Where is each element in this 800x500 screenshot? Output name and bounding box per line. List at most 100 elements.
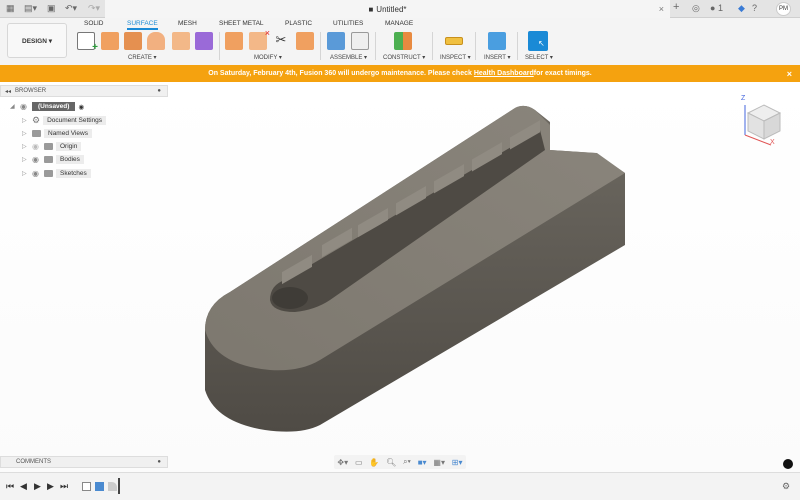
tab-mesh[interactable]: MESH — [178, 20, 197, 27]
extensions-icon[interactable]: ◎ — [692, 3, 700, 14]
split-body-icon[interactable]: ✂ — [272, 32, 290, 50]
go-to-start-icon[interactable]: ⏮ — [6, 481, 14, 492]
look-at-icon[interactable]: ▭ — [355, 458, 363, 467]
loft-icon[interactable] — [147, 32, 165, 50]
browser-item-bodies[interactable]: ▷ ◉ Bodies — [22, 154, 84, 165]
eye-icon[interactable]: ◉ — [32, 155, 44, 164]
create-menu[interactable]: CREATE ▾ — [128, 54, 157, 61]
browser-panel-header[interactable]: ◂◂ BROWSER ● — [0, 85, 168, 97]
browser-item-origin[interactable]: ▷ ◉ Origin — [22, 141, 82, 152]
create-form-icon[interactable] — [195, 32, 213, 50]
browser-item-named-views[interactable]: ▷ Named Views — [22, 128, 92, 139]
save-icon[interactable]: ▣ — [47, 3, 56, 14]
step-forward-icon[interactable]: ▶ — [47, 481, 54, 492]
inspect-menu[interactable]: INSPECT ▾ — [440, 54, 471, 61]
patch-icon[interactable] — [124, 32, 142, 50]
3d-viewport[interactable] — [0, 82, 800, 472]
notifications-icon[interactable]: ◆ — [738, 3, 745, 14]
modify-menu[interactable]: MODIFY ▾ — [254, 54, 282, 61]
browser-item-document-settings[interactable]: ▷ ⚙ Document Settings — [22, 115, 106, 126]
expand-arrow-icon[interactable]: ▷ — [22, 156, 32, 163]
tab-solid[interactable]: SOLID — [84, 20, 104, 27]
tab-sheet-metal[interactable]: SHEET METAL — [219, 20, 264, 27]
activate-radio-icon[interactable]: ◉ — [78, 103, 84, 111]
expand-arrow-icon[interactable]: ▷ — [22, 170, 32, 177]
divider — [475, 32, 476, 60]
press-pull-icon[interactable] — [296, 32, 314, 50]
user-avatar[interactable]: PM — [776, 2, 791, 16]
grid-settings-icon[interactable]: ▦▾ — [433, 458, 445, 467]
display-settings-icon[interactable]: ■▾ — [418, 458, 427, 467]
expand-arrow-icon[interactable]: ▷ — [22, 117, 32, 124]
workspace-switcher[interactable]: DESIGN ▾ — [7, 23, 67, 58]
eye-hidden-icon[interactable]: ◉ — [32, 142, 44, 151]
health-dashboard-link[interactable]: Health Dashboard — [474, 70, 534, 77]
select-icon[interactable]: ↖ — [528, 31, 548, 51]
timeline-sketch-icon[interactable] — [82, 482, 91, 491]
job-count: 1 — [717, 3, 723, 13]
top-bar: ▦ ▤▾ ▣ ↶▾ ↷▾ ■ Untitled* × + ◎ ● 1 ◆ ? P… — [0, 0, 800, 18]
tab-utilities[interactable]: UTILITIES — [333, 20, 363, 27]
timeline-extrude-icon[interactable] — [95, 482, 104, 491]
close-tab-button[interactable]: × — [659, 4, 664, 14]
tab-plastic[interactable]: PLASTIC — [285, 20, 312, 27]
insert-image-icon[interactable] — [488, 32, 506, 50]
go-to-end-icon[interactable]: ⏭ — [60, 481, 68, 492]
divider — [219, 32, 220, 60]
eye-icon[interactable]: ◉ — [32, 169, 44, 178]
extrude-icon[interactable] — [101, 32, 119, 50]
joint-icon[interactable] — [351, 32, 369, 50]
document-tab[interactable]: ■ Untitled* × — [105, 0, 670, 18]
model-body[interactable] — [0, 82, 800, 472]
tab-surface[interactable]: SURFACE — [127, 20, 158, 30]
gear-icon: ⚙ — [32, 115, 41, 125]
eye-icon[interactable]: ◉ — [20, 102, 32, 111]
insert-menu[interactable]: INSERT ▾ — [484, 54, 510, 61]
undo-icon[interactable]: ↶▾ — [65, 3, 77, 14]
help-icon[interactable]: ? — [752, 3, 757, 13]
fit-icon[interactable]: ⌕▾ — [403, 457, 411, 467]
redo-icon[interactable]: ↷▾ — [88, 3, 100, 14]
collapse-icon[interactable]: ◂◂ — [5, 88, 11, 95]
play-icon[interactable]: ▶ — [34, 481, 41, 492]
apps-grid-icon[interactable]: ▦ — [6, 3, 15, 14]
browser-root[interactable]: ◢ ◉ (Unsaved) ◉ — [10, 101, 84, 112]
tab-manage[interactable]: MANAGE — [385, 20, 413, 27]
navigation-bar: ✥▾ ▭ ✋ 🔍︎ ⌕▾ ■▾ ▦▾ ⊞▾ — [334, 455, 466, 469]
expand-arrow-icon[interactable]: ▷ — [22, 143, 32, 150]
assemble-menu[interactable]: ASSEMBLE ▾ — [330, 54, 367, 61]
zoom-icon[interactable]: 🔍︎ — [386, 458, 396, 467]
select-menu[interactable]: SELECT ▾ — [525, 54, 553, 61]
trim-icon[interactable] — [225, 32, 243, 50]
new-tab-button[interactable]: + — [673, 1, 679, 13]
measure-icon[interactable] — [445, 37, 463, 45]
viewports-icon[interactable]: ⊞▾ — [452, 458, 463, 467]
delete-face-icon[interactable]: × — [249, 28, 270, 50]
collapse-arrow-icon[interactable]: ◢ — [10, 103, 20, 110]
offset-icon[interactable] — [172, 32, 190, 50]
expand-arrow-icon[interactable]: ▷ — [22, 130, 32, 137]
view-cube[interactable]: Z X — [738, 95, 788, 147]
z-axis-label: Z — [741, 95, 746, 102]
model-hole — [272, 287, 308, 309]
file-menu-icon[interactable]: ▤▾ — [24, 3, 37, 14]
pan-icon[interactable]: ✋ — [369, 458, 379, 467]
item-label: Origin — [56, 142, 82, 151]
pin-icon[interactable]: ● — [157, 459, 161, 465]
orbit-icon[interactable]: ✥▾ — [337, 458, 348, 467]
timeline-fillet-icon[interactable] — [108, 482, 117, 491]
timeline-settings-icon[interactable]: ⚙ — [782, 481, 790, 492]
pin-icon[interactable]: ● — [157, 88, 161, 94]
construct-menu[interactable]: CONSTRUCT ▾ — [383, 54, 425, 61]
divider — [517, 32, 518, 60]
comments-panel-header[interactable]: COMMENTS ● — [0, 456, 168, 468]
create-sketch-icon[interactable]: + — [77, 32, 98, 53]
timeline-marker[interactable] — [118, 478, 120, 494]
plane-icon[interactable] — [394, 32, 412, 50]
close-banner-icon[interactable]: × — [787, 69, 792, 79]
new-component-icon[interactable] — [327, 32, 345, 50]
job-status-icon[interactable]: ● 1 — [710, 3, 723, 13]
extensions-badge-icon[interactable] — [783, 459, 793, 469]
browser-item-sketches[interactable]: ▷ ◉ Sketches — [22, 168, 91, 179]
step-back-icon[interactable]: ◀ — [20, 481, 27, 492]
